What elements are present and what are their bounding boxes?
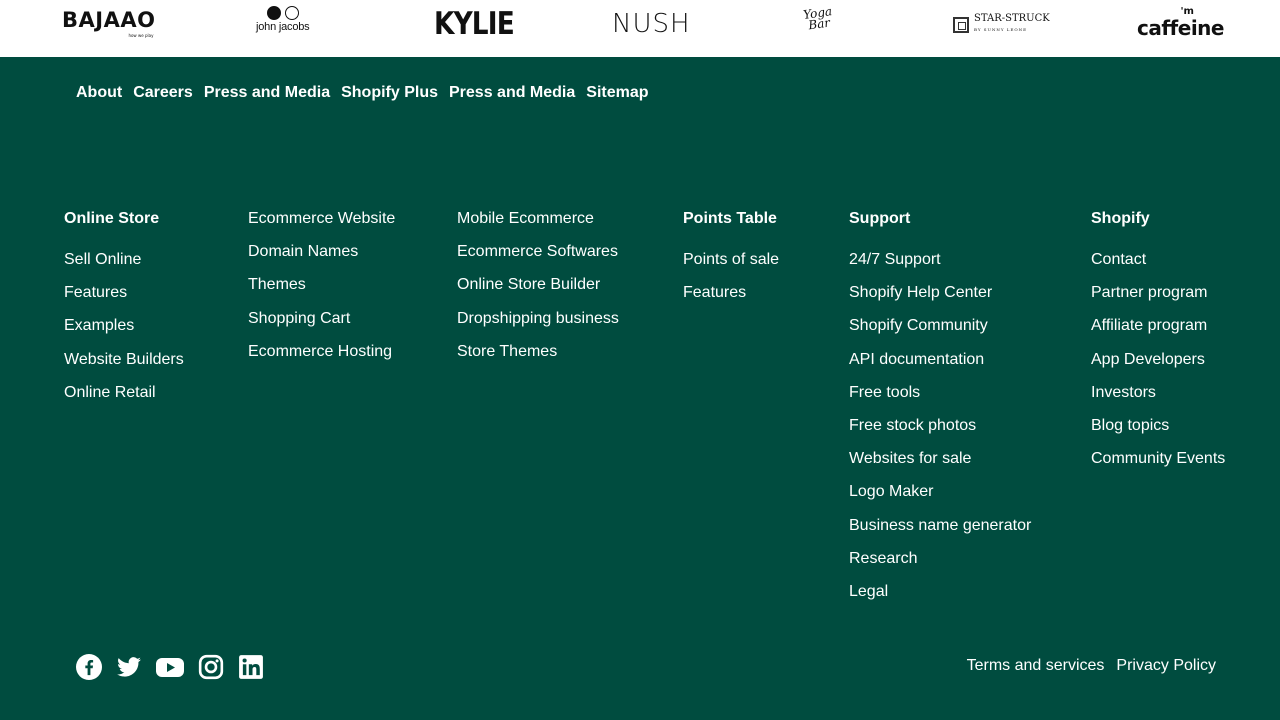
social-links	[76, 654, 264, 680]
footer-link[interactable]: Ecommerce Website	[248, 209, 395, 242]
john-jacobs-dots-icon	[266, 6, 299, 20]
top-link-about[interactable]: About	[76, 84, 122, 102]
footer-link[interactable]: Free stock photos	[849, 416, 1031, 449]
nush-logo-text: NUSH	[612, 9, 691, 39]
footer-link[interactable]: Free tools	[849, 383, 1031, 416]
instagram-icon[interactable]	[198, 654, 224, 680]
yogabar-logo[interactable]: Yoga Bar	[802, 4, 835, 33]
column-heading-online-store: Online Store	[64, 210, 160, 227]
starstruck-logo-text: STAR-STRUCK	[974, 13, 1050, 24]
kylie-logo[interactable]: KYLIE	[434, 6, 515, 42]
linkedin-icon[interactable]	[238, 654, 264, 680]
footer-link[interactable]: App Developers	[1091, 350, 1225, 383]
footer-link[interactable]: Partner program	[1091, 283, 1225, 316]
footer-column-online-store-2: Ecommerce Website Domain Names Themes Sh…	[248, 209, 395, 375]
footer-link[interactable]: API documentation	[849, 350, 1031, 383]
column-heading-shopify: Shopify	[1091, 210, 1150, 227]
footer-column-online-store: Online Store Sell Online Features Exampl…	[64, 209, 184, 416]
footer-link[interactable]: Blog topics	[1091, 416, 1225, 449]
footer-link[interactable]: Features	[64, 283, 184, 316]
footer-column-shopify: Shopify Contact Partner program Affiliat…	[1091, 209, 1225, 482]
top-link-careers[interactable]: Careers	[133, 84, 193, 102]
footer-link[interactable]: Features	[683, 283, 779, 316]
brand-logo-strip: BAJAAO how we play john jacobs KYLIE NUS…	[0, 0, 1280, 57]
starstruck-mark-icon	[953, 16, 969, 33]
footer-link[interactable]: Points of sale	[683, 250, 779, 283]
youtube-icon[interactable]	[156, 654, 184, 680]
footer-link[interactable]: Store Themes	[457, 342, 619, 375]
mcaffeine-logo[interactable]: 'm caffeine	[1137, 7, 1224, 40]
footer-link[interactable]: Contact	[1091, 250, 1225, 283]
footer-column-points-table: Points Table Points of sale Features	[683, 209, 779, 316]
bajaao-logo-text: BAJAAO	[62, 8, 156, 32]
mcaffeine-logo-text: caffeine	[1137, 16, 1224, 40]
privacy-policy-link[interactable]: Privacy Policy	[1116, 657, 1216, 675]
footer-link[interactable]: Community Events	[1091, 449, 1225, 482]
column-heading-support: Support	[849, 210, 911, 227]
terms-link[interactable]: Terms and services	[967, 657, 1105, 675]
footer-link[interactable]: Themes	[248, 275, 395, 308]
footer-link[interactable]: Shopify Community	[849, 316, 1031, 349]
footer-link[interactable]: Examples	[64, 316, 184, 349]
footer-link[interactable]: Sell Online	[64, 250, 184, 283]
twitter-icon[interactable]	[116, 654, 142, 680]
footer-link[interactable]: Logo Maker	[849, 482, 1031, 515]
footer-link[interactable]: Shopping Cart	[248, 309, 395, 342]
footer-link[interactable]: Shopify Help Center	[849, 283, 1031, 316]
bajaao-logo[interactable]: BAJAAO how we play	[62, 8, 156, 38]
footer-link[interactable]: Websites for sale	[849, 449, 1031, 482]
top-link-press-and-media-2[interactable]: Press and Media	[449, 84, 575, 102]
footer-link[interactable]: Online Store Builder	[457, 275, 619, 308]
footer-link[interactable]: Website Builders	[64, 350, 184, 383]
footer-link[interactable]: Dropshipping business	[457, 309, 619, 342]
footer-link[interactable]: Affiliate program	[1091, 316, 1225, 349]
footer-link[interactable]: Legal	[849, 582, 1031, 615]
top-link-sitemap[interactable]: Sitemap	[586, 84, 648, 102]
footer-link[interactable]: Investors	[1091, 383, 1225, 416]
top-link-shopify-plus[interactable]: Shopify Plus	[341, 84, 438, 102]
starstruck-tagline: BY SUNNY LEONE	[974, 27, 1028, 32]
yogabar-logo-text-2: Bar	[807, 15, 831, 33]
footer-link[interactable]: Mobile Ecommerce	[457, 209, 619, 242]
legal-links: Terms and services Privacy Policy	[967, 657, 1216, 675]
top-link-press-and-media[interactable]: Press and Media	[204, 84, 330, 102]
footer-link[interactable]: Ecommerce Softwares	[457, 242, 619, 275]
footer-top-links: About Careers Press and Media Shopify Pl…	[76, 84, 649, 102]
footer-column-support: Support 24/7 Support Shopify Help Center…	[849, 209, 1031, 615]
john-jacobs-logo-text: john jacobs	[256, 21, 310, 33]
column-heading-points-table: Points Table	[683, 210, 777, 227]
footer-link[interactable]: Research	[849, 549, 1031, 582]
kylie-logo-text: KYLIE	[434, 6, 515, 42]
footer-link[interactable]: Business name generator	[849, 516, 1031, 549]
facebook-icon[interactable]	[76, 654, 102, 680]
footer-link[interactable]: 24/7 Support	[849, 250, 1031, 283]
john-jacobs-logo[interactable]: john jacobs	[256, 6, 310, 33]
starstruck-logo[interactable]: STAR-STRUCK BY SUNNY LEONE	[953, 14, 1050, 35]
footer-column-online-store-3: Mobile Ecommerce Ecommerce Softwares Onl…	[457, 209, 619, 375]
footer-link[interactable]: Online Retail	[64, 383, 184, 416]
bajaao-tagline: how we play	[128, 33, 154, 38]
footer-link[interactable]: Domain Names	[248, 242, 395, 275]
footer-link[interactable]: Ecommerce Hosting	[248, 342, 395, 375]
nush-logo[interactable]: NUSH	[612, 9, 691, 39]
